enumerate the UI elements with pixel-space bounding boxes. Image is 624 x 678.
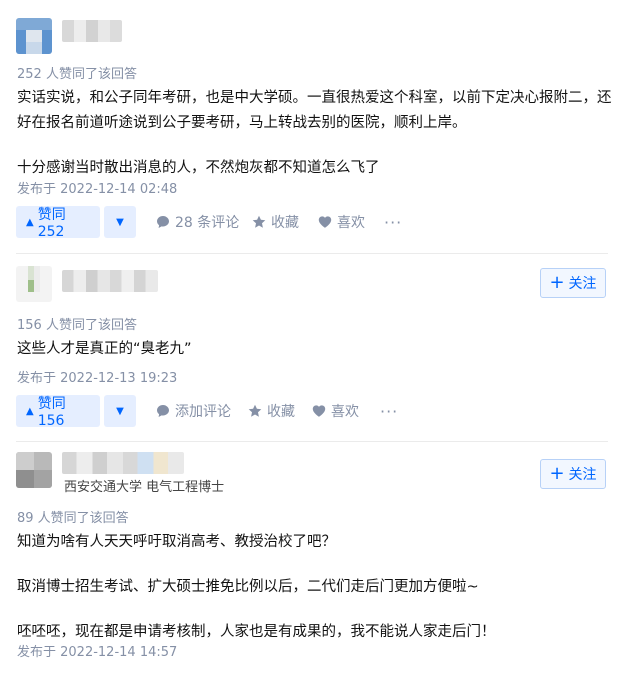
publish-time[interactable]: 发布于 2022-12-14 14:57	[17, 641, 177, 660]
answer-paragraph: 实话实说，和公子同年考研，也是中大学硕。一直很热爱这个科室，以前下定决心报附二，…	[17, 90, 612, 131]
author-headline: 西安交通大学 电气工程博士	[64, 480, 225, 495]
triangle-down-icon: ▼	[116, 405, 124, 417]
comment-button[interactable]: 添加评论	[156, 395, 231, 427]
author-name-blurred[interactable]	[62, 20, 122, 42]
heart-icon	[312, 405, 326, 417]
speech-bubble-icon	[157, 216, 169, 228]
vote-up-button[interactable]: ▲ 赞同 156	[16, 395, 100, 429]
collect-button[interactable]: 收藏	[252, 206, 299, 238]
triangle-down-icon: ▼	[116, 216, 124, 228]
votes-meta: 156 人赞同了该回答	[17, 318, 137, 333]
publish-time[interactable]: 发布于 2022-12-14 02:48	[17, 178, 177, 197]
publish-time[interactable]: 发布于 2022-12-13 19:23	[17, 367, 177, 386]
vote-up-label: 赞同 252	[37, 207, 66, 240]
heart-icon	[318, 216, 332, 228]
author-name-blurred[interactable]	[62, 452, 184, 474]
like-label: 喜欢	[331, 404, 359, 420]
answer-paragraph: 这些人才是真正的“臭老九”	[17, 341, 192, 357]
plus-icon: +	[549, 272, 565, 293]
divider	[16, 253, 608, 254]
answer-content: 这些人才是真正的“臭老九”	[17, 337, 612, 362]
ellipsis-icon: ···	[384, 212, 403, 232]
follow-label: 关注	[568, 276, 597, 292]
more-button[interactable]: ···	[380, 395, 398, 427]
triangle-up-icon: ▲	[26, 405, 34, 417]
star-icon	[248, 404, 262, 417]
vote-up-label: 赞同 156	[37, 396, 66, 429]
collect-label: 收藏	[271, 215, 299, 231]
follow-label: 关注	[568, 467, 597, 483]
like-button[interactable]: 喜欢	[318, 206, 365, 238]
answer-paragraph: 取消博士招生考试、扩大硕士推免比例以后，二代们走后门更加方便啦~	[17, 579, 479, 595]
avatar[interactable]	[16, 266, 52, 302]
more-button[interactable]: ···	[384, 206, 402, 238]
collect-label: 收藏	[267, 404, 295, 420]
comment-label: 28 条评论	[175, 215, 240, 231]
vote-down-button[interactable]: ▼	[104, 206, 136, 238]
plus-icon: +	[549, 463, 565, 484]
author-name-blurred[interactable]	[62, 270, 158, 292]
collect-button[interactable]: 收藏	[248, 395, 295, 427]
triangle-up-icon: ▲	[26, 216, 34, 228]
vote-down-button[interactable]: ▼	[104, 395, 136, 427]
star-icon	[252, 215, 266, 228]
votes-meta: 89 人赞同了该回答	[17, 511, 129, 526]
comment-label: 添加评论	[175, 404, 231, 420]
divider	[16, 441, 608, 442]
vote-up-button[interactable]: ▲ 赞同 252	[16, 206, 100, 240]
answer-content: 知道为啥有人天天呼吁取消高考、教授治校了吧？ 取消博士招生考试、扩大硕士推免比例…	[17, 530, 612, 645]
action-bar: ▲ 赞同 252 ▼ 28 条评论 收藏 喜欢 ···	[16, 206, 608, 240]
votes-meta: 252 人赞同了该回答	[17, 67, 137, 82]
like-button[interactable]: 喜欢	[312, 395, 359, 427]
comment-button[interactable]: 28 条评论	[156, 206, 239, 238]
answer-paragraph: 知道为啥有人天天呼吁取消高考、教授治校了吧？	[17, 534, 336, 550]
avatar[interactable]	[16, 18, 52, 54]
answer-content: 实话实说，和公子同年考研，也是中大学硕。一直很热爱这个科室，以前下定决心报附二，…	[17, 86, 612, 181]
ellipsis-icon: ···	[380, 401, 399, 421]
follow-button[interactable]: + 关注	[540, 268, 606, 298]
avatar[interactable]	[16, 452, 52, 488]
action-bar: ▲ 赞同 156 ▼ 添加评论 收藏 喜欢 ···	[16, 395, 608, 429]
like-label: 喜欢	[337, 215, 365, 231]
follow-button[interactable]: + 关注	[540, 459, 606, 489]
speech-bubble-icon	[157, 405, 169, 417]
